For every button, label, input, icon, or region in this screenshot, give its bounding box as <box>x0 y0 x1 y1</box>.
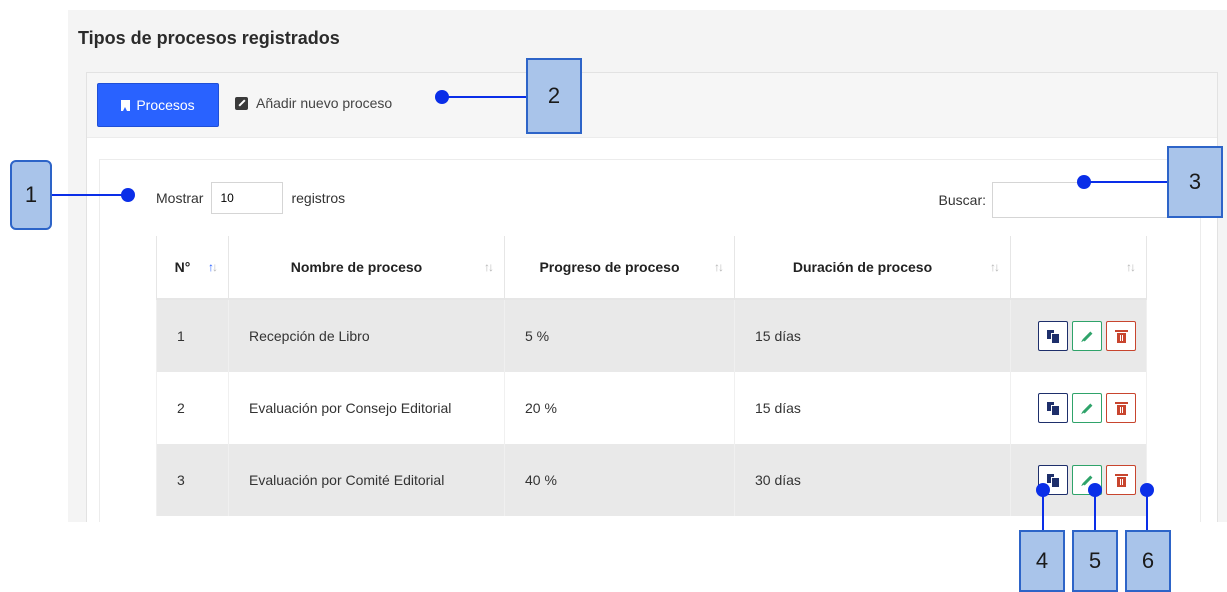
cell-actions <box>1010 299 1147 372</box>
callout-4-dot <box>1036 483 1050 497</box>
column-header-name[interactable]: Nombre de proceso ↑↓ <box>228 236 505 300</box>
row-actions <box>1031 321 1146 351</box>
column-header-duration[interactable]: Duración de proceso ↑↓ <box>734 236 1011 300</box>
callout-2: 2 <box>526 58 582 134</box>
callout-2-dot <box>435 90 449 104</box>
callout-3: 3 <box>1167 146 1223 218</box>
cell-number: 1 <box>156 299 229 372</box>
cell-progress: 40 % <box>504 444 735 516</box>
sort-icon: ↑↓ <box>484 260 494 274</box>
sort-asc-icon: ↑↓ <box>208 260 218 274</box>
sort-icon: ↑↓ <box>1126 260 1136 274</box>
trash-icon <box>1114 473 1128 487</box>
copy-icon <box>1047 330 1059 343</box>
card-toolbar: Procesos Añadir nuevo proceso <box>87 73 1217 138</box>
column-header-number[interactable]: N° ↑↓ <box>156 236 229 300</box>
page-length-input[interactable] <box>211 182 284 214</box>
sort-icon: ↑↓ <box>714 260 724 274</box>
column-header-progress[interactable]: Progreso de proceso ↑↓ <box>504 236 735 300</box>
column-header-label: Duración de proceso <box>792 259 933 275</box>
callout-1: 1 <box>10 160 52 230</box>
show-label: Mostrar <box>156 190 204 206</box>
callout-5: 5 <box>1072 530 1118 592</box>
cell-duration: 15 días <box>734 372 1011 444</box>
column-header-label: Nombre de proceso <box>290 259 423 275</box>
table-row: 2 Evaluación por Consejo Editorial 20 % … <box>156 372 1147 444</box>
column-header-actions[interactable]: ↑↓ <box>1010 236 1147 300</box>
edit-square-icon <box>235 96 248 110</box>
trash-icon <box>1114 329 1128 343</box>
processes-button[interactable]: Procesos <box>97 83 219 127</box>
table-row: 3 Evaluación por Comité Editorial 40 % 3… <box>156 444 1147 516</box>
cell-actions <box>1010 444 1147 516</box>
process-table: N° ↑↓ Nombre de proceso ↑↓ Progreso de p… <box>156 236 1147 516</box>
copy-icon <box>1047 402 1059 415</box>
app-frame: Tipos de procesos registrados Procesos A… <box>68 10 1227 522</box>
callout-6-dot <box>1140 483 1154 497</box>
callout-1-line <box>52 194 128 196</box>
search-control: Buscar: <box>939 182 1174 218</box>
edit-button[interactable] <box>1072 393 1102 423</box>
page-length-control: Mostrar registros <box>156 182 345 214</box>
column-header-label: Progreso de proceso <box>539 259 680 275</box>
cell-duration: 15 días <box>734 299 1011 372</box>
callout-3-dot <box>1077 175 1091 189</box>
cell-duration: 30 días <box>734 444 1011 516</box>
bookmark-icon <box>121 99 131 111</box>
callout-2-line <box>442 96 527 98</box>
process-card: Procesos Añadir nuevo proceso Mostrar re… <box>86 72 1218 522</box>
sort-icon: ↑↓ <box>990 260 1000 274</box>
cell-name: Recepción de Libro <box>228 299 505 372</box>
copy-icon <box>1047 474 1059 487</box>
copy-button[interactable] <box>1038 321 1068 351</box>
datatable-panel: Mostrar registros Buscar: N° ↑↓ <box>99 159 1201 522</box>
cell-name: Evaluación por Consejo Editorial <box>228 372 505 444</box>
delete-button[interactable] <box>1106 465 1136 495</box>
add-process-link[interactable]: Añadir nuevo proceso <box>235 95 392 111</box>
edit-button[interactable] <box>1072 321 1102 351</box>
callout-5-dot <box>1088 483 1102 497</box>
table-row: 1 Recepción de Libro 5 % 15 días <box>156 299 1147 372</box>
pencil-icon <box>1082 331 1092 341</box>
callout-6: 6 <box>1125 530 1171 592</box>
search-label: Buscar: <box>938 192 986 208</box>
callout-3-line <box>1084 181 1168 183</box>
delete-button[interactable] <box>1106 393 1136 423</box>
delete-button[interactable] <box>1106 321 1136 351</box>
processes-button-label: Procesos <box>136 97 195 113</box>
callout-1-dot <box>121 188 135 202</box>
copy-button[interactable] <box>1038 393 1068 423</box>
cell-actions <box>1010 372 1147 444</box>
cell-name: Evaluación por Comité Editorial <box>228 444 505 516</box>
column-header-label: N° <box>174 259 191 275</box>
cell-progress: 20 % <box>504 372 735 444</box>
row-actions <box>1031 393 1146 423</box>
pencil-icon <box>1082 403 1092 413</box>
add-process-label: Añadir nuevo proceso <box>256 95 393 111</box>
cell-number: 3 <box>156 444 229 516</box>
table-header-row: N° ↑↓ Nombre de proceso ↑↓ Progreso de p… <box>156 236 1147 300</box>
cell-number: 2 <box>156 372 229 444</box>
cell-progress: 5 % <box>504 299 735 372</box>
page-title: Tipos de procesos registrados <box>78 28 340 48</box>
records-label: registros <box>291 190 346 206</box>
callout-4: 4 <box>1019 530 1065 592</box>
trash-icon <box>1114 401 1128 415</box>
